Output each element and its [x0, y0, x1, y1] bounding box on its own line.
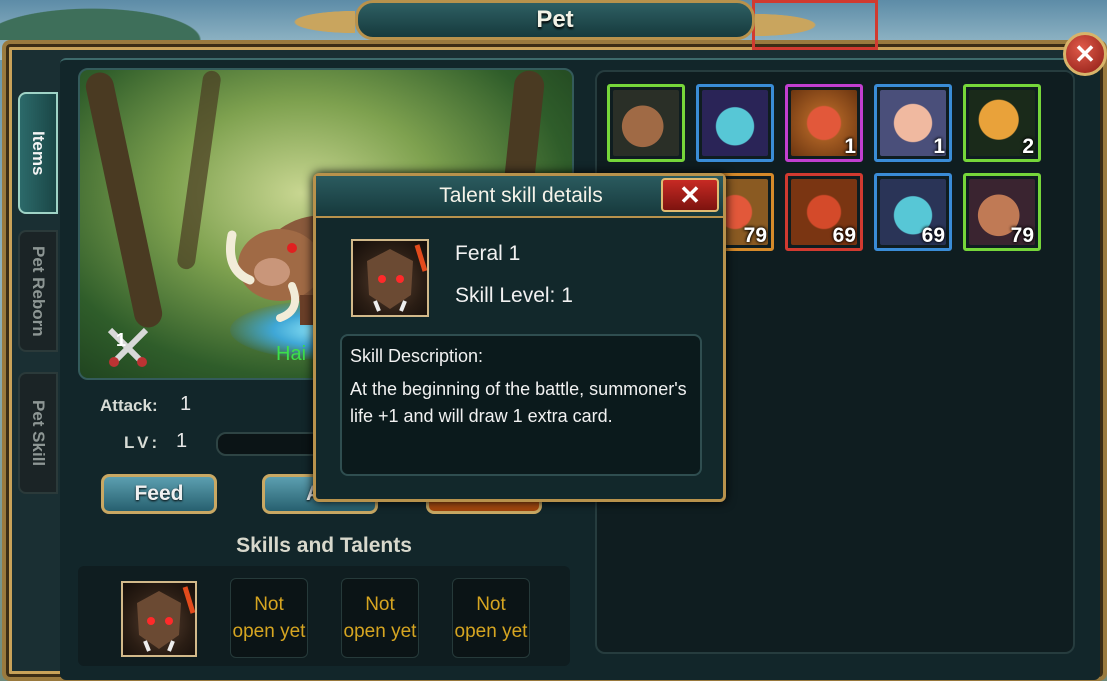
tree-trunk	[176, 70, 222, 271]
skill-description-text: At the beginning of the battle, summoner…	[350, 379, 687, 426]
close-icon: ✕	[1074, 38, 1096, 69]
attack-value: 1	[180, 393, 192, 415]
inventory-slot[interactable]: 2	[963, 84, 1041, 162]
boar-icon	[613, 90, 679, 156]
tab-pet-reborn-label: Pet Reborn	[29, 245, 48, 337]
item-count: 69	[832, 224, 856, 247]
inventory-slot[interactable]	[607, 84, 685, 162]
skill-description-title: Skill Description:	[350, 346, 484, 366]
skill-name: Feral 1	[455, 242, 521, 265]
window-title: Pet	[536, 6, 574, 33]
inventory-slot[interactable]: 1	[785, 84, 863, 162]
close-icon: ✕	[679, 179, 701, 210]
skill-level: Skill Level: 1	[455, 284, 573, 307]
inventory-slot[interactable]: 79	[963, 173, 1041, 251]
crossed-swords-icon	[107, 327, 149, 367]
title-ornament-right	[752, 0, 878, 50]
skill-slot-locked[interactable]: Not open yet	[230, 578, 308, 658]
skill-description-box: Skill Description: At the beginning of t…	[340, 334, 702, 476]
close-window-button[interactable]: ✕	[1063, 32, 1107, 76]
feral-skill-icon	[351, 239, 429, 317]
item-count: 1	[844, 135, 856, 158]
item-count: 79	[1010, 224, 1034, 247]
tab-pet-skill-label: Pet Skill	[29, 399, 48, 467]
inventory-slot[interactable]: 69	[785, 173, 863, 251]
boar-face-icon	[137, 586, 196, 652]
item-count: 79	[743, 224, 767, 247]
skill-slot-locked[interactable]: Not open yet	[452, 578, 530, 658]
skill-slot-locked[interactable]: Not open yet	[341, 578, 419, 658]
tab-pet-skill[interactable]: Pet Skill	[18, 372, 58, 494]
inventory-slot[interactable]	[696, 84, 774, 162]
level-value: 1	[176, 430, 188, 452]
talent-skill-popup: Talent skill details ✕ Feral 1 Skill Lev…	[313, 173, 726, 502]
attack-label: Attack:	[100, 396, 158, 415]
tab-pet-reborn[interactable]: Pet Reborn	[18, 230, 58, 352]
item-count: 2	[1022, 135, 1034, 158]
window-title-bar: Pet	[355, 0, 755, 40]
boar-face-icon	[367, 244, 428, 312]
tab-items-label: Items	[29, 130, 48, 176]
item-count: 1	[933, 135, 945, 158]
pet-name: Hai	[276, 343, 307, 365]
level-label: LV:	[124, 433, 162, 452]
dragon-icon	[702, 90, 768, 156]
tab-items[interactable]: Items	[18, 92, 58, 214]
popup-close-button[interactable]: ✕	[661, 178, 719, 212]
pet-badge-value: 1	[116, 330, 127, 350]
item-count: 69	[921, 224, 945, 247]
skills-title: Skills and Talents	[236, 534, 412, 557]
title-ornament-left	[235, 0, 355, 44]
feed-button[interactable]: Feed	[101, 474, 217, 514]
inventory-slot[interactable]: 1	[874, 84, 952, 162]
tree-trunk	[83, 70, 165, 331]
inventory-slot[interactable]: 69	[874, 173, 952, 251]
hill-decoration	[0, 0, 230, 40]
feral-skill-icon[interactable]	[121, 581, 197, 657]
